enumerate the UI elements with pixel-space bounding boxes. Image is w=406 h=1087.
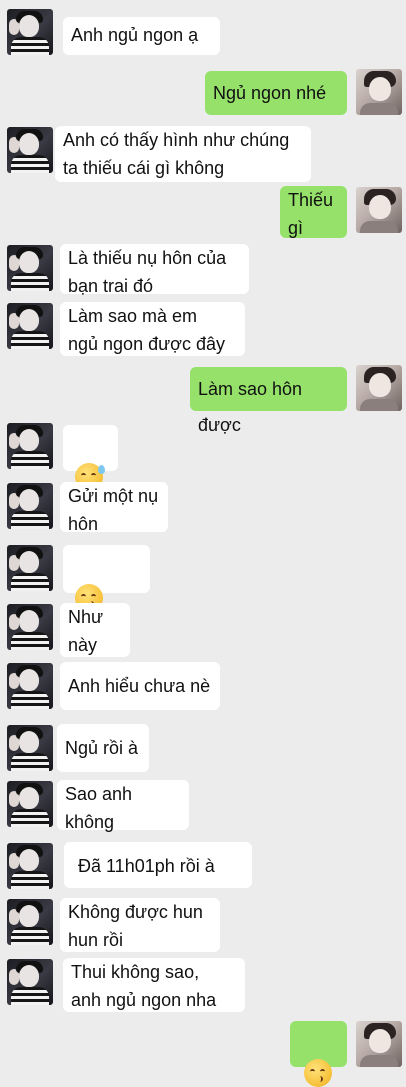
contact-avatar[interactable] — [7, 303, 53, 349]
contact-avatar[interactable] — [7, 781, 53, 827]
contact-avatar[interactable] — [7, 725, 53, 771]
message-bubble[interactable]: Là thiếu nụ hôn của bạn trai đó — [60, 244, 249, 296]
my-avatar[interactable] — [356, 187, 402, 233]
message-bubble[interactable]: Anh có thấy hình như chúng ta thiếu cái … — [55, 126, 311, 182]
my-avatar[interactable] — [356, 1021, 402, 1067]
message-bubble[interactable]: Ngủ rồi à — [57, 724, 149, 772]
message-bubble[interactable] — [63, 425, 118, 492]
kissing-emoji — [304, 1059, 332, 1087]
contact-avatar[interactable] — [7, 9, 53, 55]
message-bubble[interactable]: Sao anh không nói gì — [57, 780, 189, 860]
message-bubble[interactable]: Ngủ ngon nhé — [205, 71, 347, 115]
contact-avatar[interactable] — [7, 663, 53, 709]
contact-avatar[interactable] — [7, 545, 53, 591]
message-bubble[interactable]: Thiếu gì — [280, 186, 347, 238]
contact-avatar[interactable] — [7, 423, 53, 469]
message-bubble[interactable]: Đã 11h01ph rồi à — [64, 842, 252, 888]
message-bubble[interactable]: Làm sao hôn được — [190, 367, 347, 435]
message-bubble[interactable]: Không được hun hun rồi — [60, 898, 220, 952]
message-bubble[interactable]: Gửi một nụ hôn — [60, 482, 168, 534]
contact-avatar[interactable] — [7, 483, 53, 529]
contact-avatar[interactable] — [7, 245, 53, 291]
message-bubble[interactable]: Anh ngủ ngon ạ — [63, 17, 220, 55]
message-bubble[interactable]: Thui không sao, anh ngủ ngon nha — [63, 958, 245, 1012]
contact-avatar[interactable] — [7, 843, 53, 889]
contact-avatar[interactable] — [7, 604, 53, 650]
contact-avatar[interactable] — [7, 127, 53, 173]
my-avatar[interactable] — [356, 365, 402, 411]
message-bubble[interactable]: Làm sao mà em ngủ ngon được đây — [60, 302, 245, 356]
message-bubble[interactable]: Như này nè — [60, 603, 130, 683]
contact-avatar[interactable] — [7, 959, 53, 1005]
message-bubble[interactable]: Anh hiểu chưa nè — [60, 662, 220, 710]
message-bubble[interactable] — [290, 1021, 347, 1087]
contact-avatar[interactable] — [7, 899, 53, 945]
message-bubble[interactable] — [63, 545, 150, 642]
my-avatar[interactable] — [356, 69, 402, 115]
